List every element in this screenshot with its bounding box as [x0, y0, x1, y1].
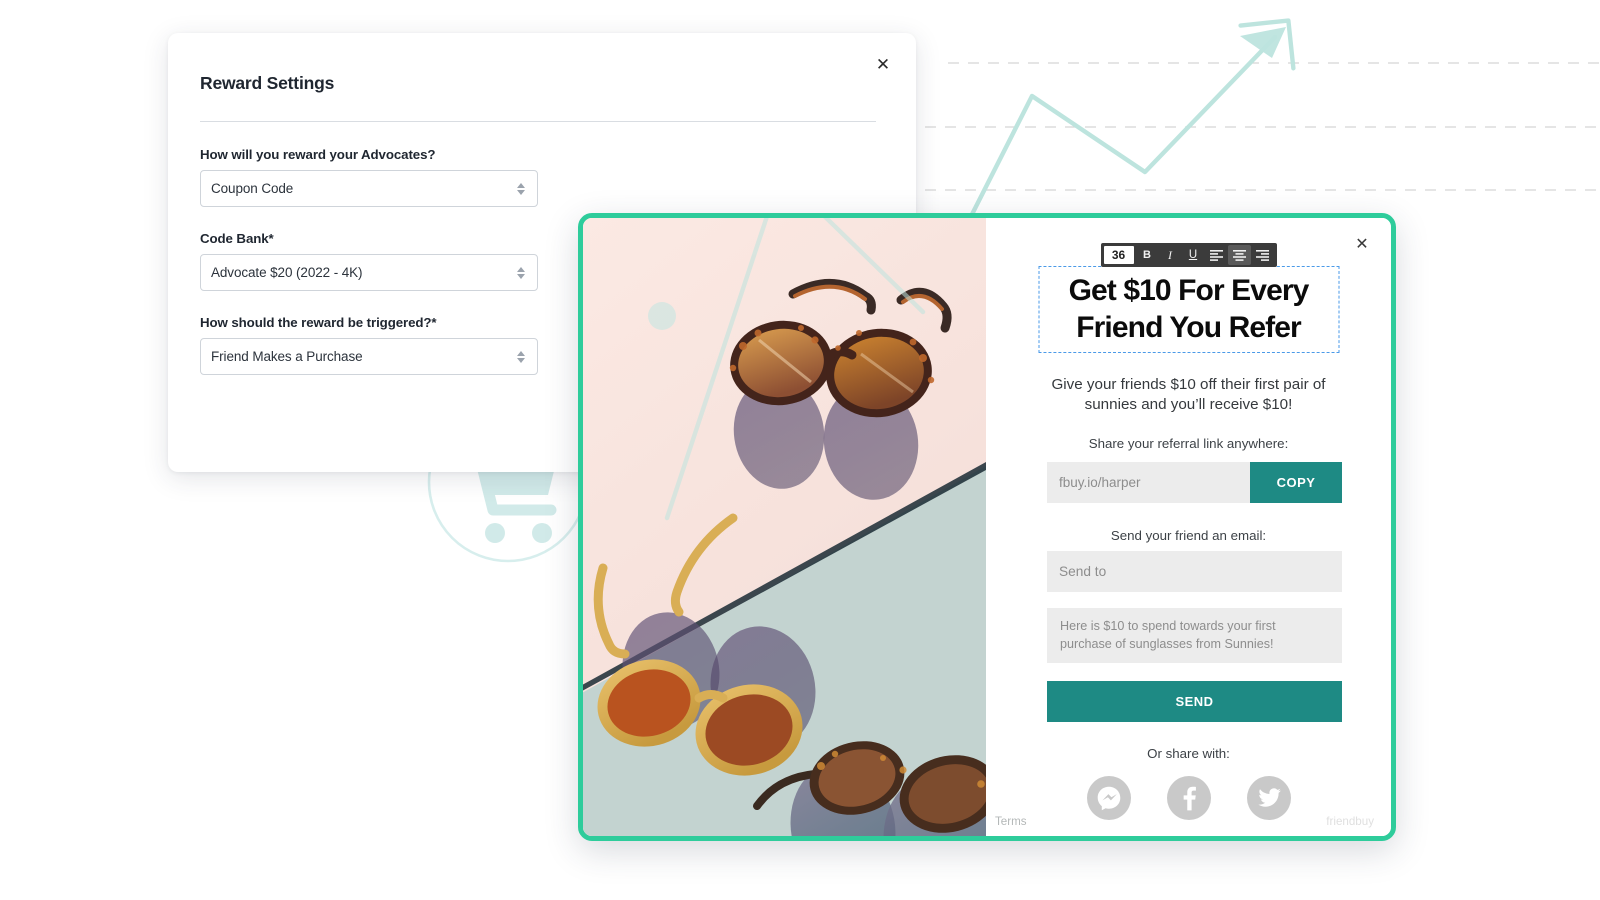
bold-button[interactable]: B — [1136, 245, 1159, 265]
reward-type-label: How will you reward your Advocates? — [200, 147, 436, 162]
align-center-icon[interactable] — [1227, 245, 1251, 265]
text-editor-toolbar: 36 B I U — [1100, 243, 1277, 267]
share-with-label: Or share with: — [1147, 746, 1230, 761]
sunglasses-photo — [583, 218, 986, 836]
reward-type-value: Coupon Code — [211, 181, 294, 196]
email-label: Send your friend an email: — [1110, 528, 1267, 543]
field-reward-type: How will you reward your Advocates? Coup… — [200, 147, 540, 207]
referral-link-row: COPY — [1047, 462, 1342, 503]
social-share-row — [1086, 776, 1291, 820]
align-right-icon[interactable] — [1251, 245, 1274, 265]
screen-root: ✕ Reward Settings How will you reward yo… — [0, 0, 1600, 900]
twitter-icon[interactable] — [1246, 776, 1291, 820]
reward-trigger-value: Friend Makes a Purchase — [211, 349, 363, 364]
send-button[interactable]: SEND — [1047, 681, 1342, 722]
referral-widget: ✕ 36 B I U Get $10 For Every Friend You … — [578, 213, 1396, 841]
share-link-label: Share your referral link anywhere: — [1088, 436, 1289, 451]
photo-graphic — [583, 218, 986, 836]
message-textarea[interactable] — [1047, 608, 1342, 663]
font-size-input[interactable]: 36 — [1103, 246, 1134, 264]
code-bank-value: Advocate $20 (2022 - 4K) — [211, 265, 363, 280]
close-icon[interactable]: ✕ — [1350, 232, 1374, 256]
field-reward-trigger: How should the reward be triggered?* Fri… — [200, 315, 540, 375]
chevron-updown-icon — [517, 266, 525, 279]
divider — [200, 121, 876, 122]
reward-settings-form: How will you reward your Advocates? Coup… — [200, 147, 540, 399]
referral-link-input[interactable] — [1047, 462, 1250, 503]
code-bank-label: Code Bank* — [200, 231, 274, 246]
widget-headline: Get $10 For Every Friend You Refer — [1068, 274, 1310, 345]
headline-edit-region[interactable]: Get $10 For Every Friend You Refer — [1038, 266, 1339, 354]
underline-button[interactable]: U — [1182, 245, 1205, 265]
code-bank-select[interactable]: Advocate $20 (2022 - 4K) — [200, 254, 538, 291]
widget-content: ✕ 36 B I U Get $10 For Every Friend You … — [986, 218, 1391, 836]
reward-trigger-label: How should the reward be triggered?* — [200, 315, 437, 330]
italic-button[interactable]: I — [1159, 245, 1182, 265]
page-title: Reward Settings — [200, 73, 335, 93]
close-icon[interactable]: ✕ — [870, 51, 896, 77]
reward-type-select[interactable]: Coupon Code — [200, 170, 538, 207]
brand-watermark: friendbuy — [1326, 815, 1374, 828]
terms-link[interactable]: Terms — [995, 815, 1027, 828]
facebook-icon[interactable] — [1166, 776, 1211, 820]
field-code-bank: Code Bank* Advocate $20 (2022 - 4K) — [200, 231, 540, 291]
reward-trigger-select[interactable]: Friend Makes a Purchase — [200, 338, 538, 375]
copy-button[interactable]: COPY — [1250, 462, 1342, 503]
gridline-group — [905, 62, 1600, 191]
chevron-updown-icon — [517, 350, 525, 363]
widget-subheadline: Give your friends $10 off their first pa… — [1051, 376, 1326, 414]
messenger-icon[interactable] — [1086, 776, 1131, 820]
align-left-icon[interactable] — [1205, 245, 1228, 265]
send-to-input[interactable] — [1047, 551, 1342, 592]
chevron-updown-icon — [517, 182, 525, 195]
